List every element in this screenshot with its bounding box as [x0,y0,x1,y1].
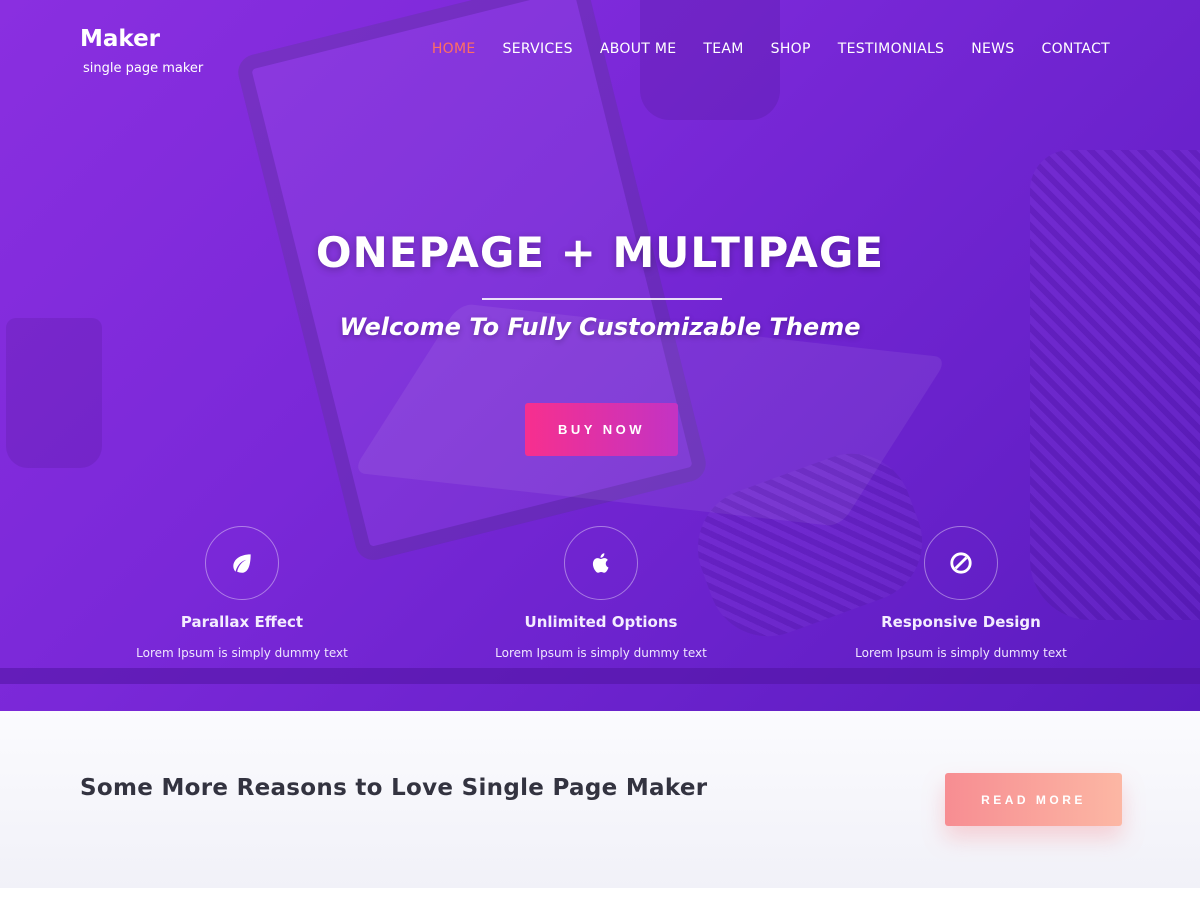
hero-title: ONEPAGE + MULTIPAGE [315,228,885,277]
nav-item-shop[interactable]: SHOP [771,41,811,57]
nav-item-contact[interactable]: CONTACT [1042,41,1111,57]
ban-icon [950,552,972,574]
feature-text: Lorem Ipsum is simply dummy text [855,646,1067,660]
nav-item-testimonials[interactable]: TESTIMONIALS [838,41,945,57]
nav-item-about-me[interactable]: ABOUT ME [600,41,677,57]
background-laptop-screen [234,0,710,564]
feature-item: Parallax Effect Lorem Ipsum is simply du… [62,526,422,660]
nav-item-news[interactable]: NEWS [971,41,1014,57]
feature-icon-circle [924,526,998,600]
page-bottom-strip [0,888,1200,900]
feature-icon-circle [564,526,638,600]
site-title[interactable]: Maker [80,26,203,52]
buy-now-button[interactable]: BUY NOW [525,403,678,456]
nav-item-team[interactable]: TEAM [703,41,743,57]
reasons-title: Some More Reasons to Love Single Page Ma… [80,775,708,801]
feature-text: Lorem Ipsum is simply dummy text [136,646,348,660]
hero-section: Maker single page maker HOME SERVICES AB… [0,0,1200,711]
hero-bottom-strip [0,668,1200,684]
main-navigation: HOME SERVICES ABOUT ME TEAM SHOP TESTIMO… [432,41,1110,57]
feature-text: Lorem Ipsum is simply dummy text [495,646,707,660]
hero-divider [482,298,722,300]
feature-item: Responsive Design Lorem Ipsum is simply … [781,526,1141,660]
feature-title: Responsive Design [881,613,1041,631]
leaf-icon [233,554,251,573]
apple-icon [592,553,609,573]
site-branding: Maker single page maker [80,26,203,76]
nav-item-home[interactable]: HOME [432,41,476,57]
feature-item: Unlimited Options Lorem Ipsum is simply … [421,526,781,660]
read-more-button[interactable]: READ MORE [945,773,1122,826]
feature-title: Unlimited Options [524,613,678,631]
reasons-section: Some More Reasons to Love Single Page Ma… [0,711,1200,888]
feature-icon-circle [205,526,279,600]
feature-title: Parallax Effect [180,613,304,631]
hero-subtitle: Welcome To Fully Customizable Theme [339,313,861,341]
nav-item-services[interactable]: SERVICES [503,41,573,57]
background-photo-shape [640,0,780,120]
site-tagline: single page maker [83,61,204,76]
